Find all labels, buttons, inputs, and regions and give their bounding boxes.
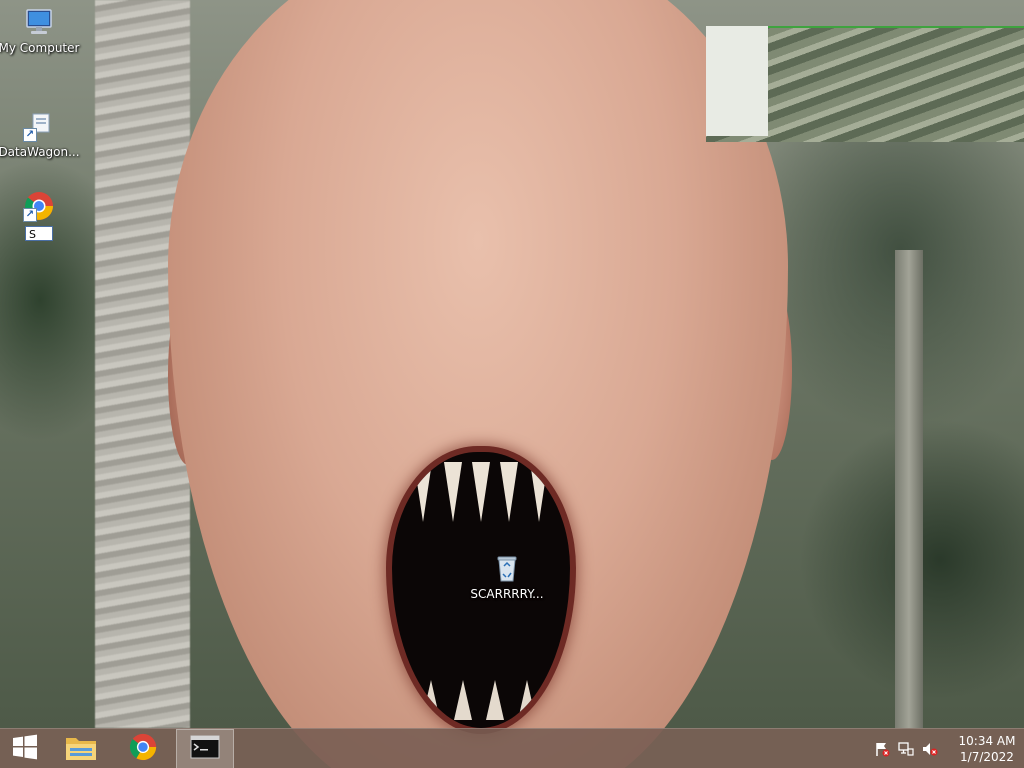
shortcut-arrow-icon: ↗ (23, 208, 37, 222)
rename-input[interactable]: S (25, 226, 53, 241)
desktop-icon-label: SCARRRRY... (470, 587, 544, 601)
windows-logo-icon (12, 734, 38, 764)
shortcut-icon: ↗ (23, 110, 55, 142)
taskbar-clock[interactable]: 10:34 AM 1/7/2022 (958, 733, 1016, 765)
taskbar-chrome-button[interactable] (118, 729, 168, 768)
wallpaper-palm-trunk-right (895, 250, 923, 728)
desktop-icon-chrome-shortcut[interactable]: ↗ S (0, 190, 78, 241)
folder-icon (64, 732, 98, 766)
wallpaper-tooth (486, 680, 504, 720)
taskbar: 10:34 AM 1/7/2022 (0, 728, 1024, 768)
volume-muted-icon[interactable] (922, 741, 938, 757)
wallpaper-glitch-white (706, 26, 768, 136)
desktop-icon-label: My Computer (0, 41, 80, 55)
clock-time: 10:34 AM (958, 734, 1016, 748)
wallpaper-tooth (422, 680, 440, 720)
clock-date: 1/7/2022 (960, 750, 1014, 764)
wallpaper-tooth (500, 462, 518, 522)
recycle-bin-icon (491, 552, 523, 584)
desktop-icon-datawagon[interactable]: ↗ DataWagon... (0, 110, 80, 159)
desktop-icon-my-computer[interactable]: My Computer (0, 6, 80, 55)
desktop-icon-recycle-bin[interactable]: SCARRRRY... (468, 552, 546, 601)
wallpaper-tooth (518, 680, 536, 720)
wallpaper-palm-trunk (95, 0, 190, 728)
wallpaper-tooth (444, 462, 462, 522)
action-center-flag-icon[interactable] (874, 741, 890, 757)
network-icon[interactable] (898, 741, 914, 757)
wallpaper-glitch-region (706, 26, 1024, 142)
start-button[interactable] (0, 729, 50, 768)
taskbar-cmd-button[interactable] (176, 729, 234, 768)
wallpaper-tooth (454, 680, 472, 720)
wallpaper-ear-left (168, 285, 208, 465)
wallpaper-tooth (414, 462, 432, 522)
taskbar-file-explorer-button[interactable] (56, 729, 106, 768)
chrome-icon (128, 732, 158, 766)
shortcut-arrow-icon: ↗ (23, 128, 37, 142)
wallpaper-face (168, 0, 788, 768)
computer-icon (23, 6, 55, 38)
wallpaper-tooth (472, 462, 490, 522)
wallpaper-tooth (530, 462, 548, 522)
cmd-icon (190, 735, 220, 763)
desktop-icon-label: DataWagon... (0, 145, 80, 159)
desktop[interactable]: My Computer ↗ DataWagon... ↗ S SCARRRRY.… (0, 0, 1024, 768)
chrome-shortcut-icon: ↗ (23, 190, 55, 222)
wallpaper-ear-right (752, 280, 792, 460)
wallpaper (0, 0, 1024, 728)
